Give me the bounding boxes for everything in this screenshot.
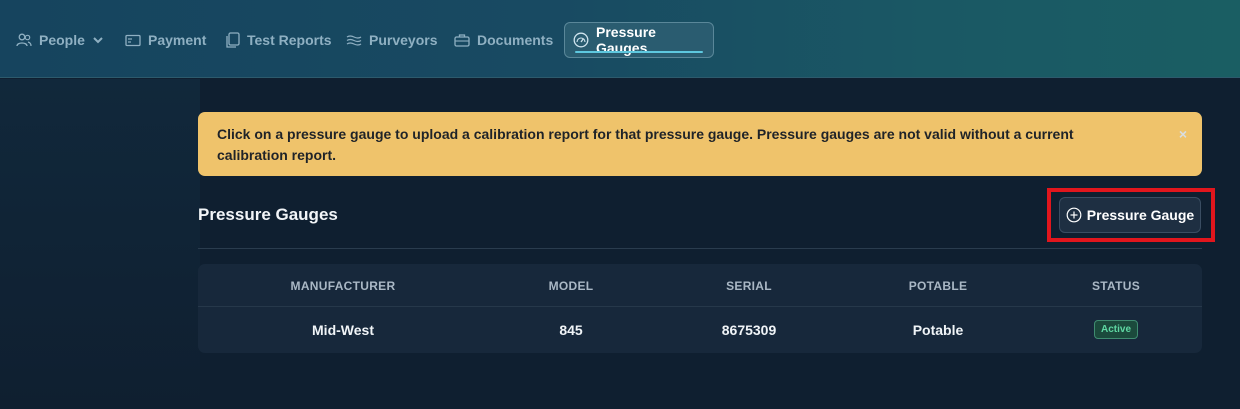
chevron-down-icon [93, 37, 103, 44]
nav-item-label: Documents [477, 32, 554, 48]
nav-item-pressure-gauges[interactable]: Pressure Gauges [564, 22, 714, 58]
people-icon [16, 33, 32, 47]
cell-manufacturer: Mid-West [312, 322, 374, 338]
water-lines-icon [346, 34, 362, 46]
sidebar-background [0, 79, 200, 409]
payment-icon [125, 34, 141, 46]
top-nav: People Payment Test Reports Purveyors Do… [0, 0, 1240, 78]
column-header-model[interactable]: MODEL [549, 279, 594, 293]
nav-item-people[interactable]: People [8, 22, 112, 58]
status-badge: Active [1093, 320, 1139, 339]
nav-item-purveyors[interactable]: Purveyors [338, 22, 445, 58]
page-title: Pressure Gauges [198, 205, 338, 224]
pressure-gauges-table: MANUFACTURER MODEL SERIAL POTABLE STATUS… [198, 264, 1202, 353]
column-header-potable[interactable]: POTABLE [909, 279, 968, 293]
active-tab-indicator [575, 51, 703, 53]
add-pressure-gauge-button[interactable]: Pressure Gauge [1059, 197, 1201, 233]
column-header-serial[interactable]: SERIAL [726, 279, 772, 293]
nav-item-label: People [39, 32, 85, 48]
column-header-manufacturer[interactable]: MANUFACTURER [291, 279, 396, 293]
calibration-alert: Click on a pressure gauge to upload a ca… [198, 112, 1202, 176]
cell-serial: 8675309 [721, 322, 777, 338]
close-icon[interactable]: × [1179, 124, 1187, 145]
nav-item-label: Payment [148, 32, 207, 48]
table-header: MANUFACTURER MODEL SERIAL POTABLE STATUS [198, 264, 1202, 307]
nav-item-payment[interactable]: Payment [117, 22, 214, 58]
cell-potable: Potable [912, 322, 964, 338]
nav-item-label: Test Reports [247, 32, 332, 48]
plus-circle-icon [1066, 207, 1082, 223]
nav-item-documents[interactable]: Documents [446, 22, 561, 58]
cell-model: 845 [559, 322, 583, 338]
section-divider [198, 248, 1202, 249]
document-copy-icon [226, 32, 240, 48]
gauge-icon [573, 32, 589, 48]
column-header-status[interactable]: STATUS [1092, 279, 1140, 293]
briefcase-icon [454, 34, 470, 47]
nav-item-label: Purveyors [369, 32, 438, 48]
add-button-label: Pressure Gauge [1086, 207, 1195, 223]
alert-text: Click on a pressure gauge to upload a ca… [217, 126, 1074, 163]
nav-item-test-reports[interactable]: Test Reports [218, 22, 340, 58]
